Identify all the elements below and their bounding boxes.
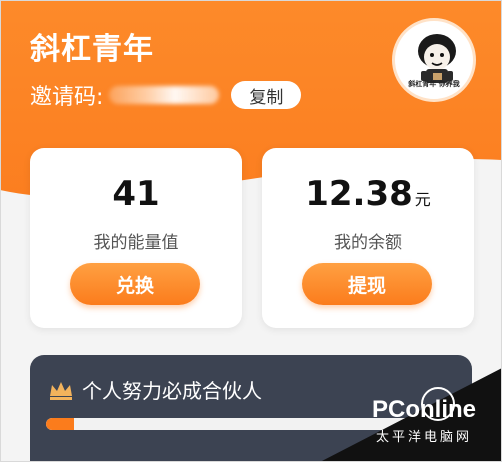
avatar-caption: 斜杠青年 你养我 [408,80,460,88]
energy-label: 我的能量值 [93,233,179,253]
energy-value: 41 [112,174,160,214]
balance-card: 12.38 元 我的余额 提现 [262,148,474,328]
watermark: PConline 太平洋电脑网 [320,368,502,462]
copy-button[interactable]: 复制 [231,81,302,109]
partner-title: 个人努力必成合伙人 [82,379,262,403]
energy-card: 41 我的能量值 兑换 [30,148,242,328]
invite-code-value-redacted [109,86,220,104]
balance-unit: 元 [414,190,431,209]
invite-code-row: 邀请码: 复制 [30,80,302,110]
balance-label: 我的余额 [334,233,402,253]
watermark-subtitle: 太平洋电脑网 [376,430,473,445]
watermark-logo: PConline [372,396,477,423]
withdraw-button[interactable]: 提现 [302,263,432,305]
user-nickname: 斜杠青年 [30,32,154,67]
exchange-button[interactable]: 兑换 [70,263,200,305]
partner-progress-fill [46,418,75,430]
crown-icon [50,382,72,400]
avatar[interactable]: 斜杠青年 你养我 [392,18,476,102]
invite-code-label: 邀请码: [30,85,104,110]
balance-value: 12.38 元 [305,174,431,214]
